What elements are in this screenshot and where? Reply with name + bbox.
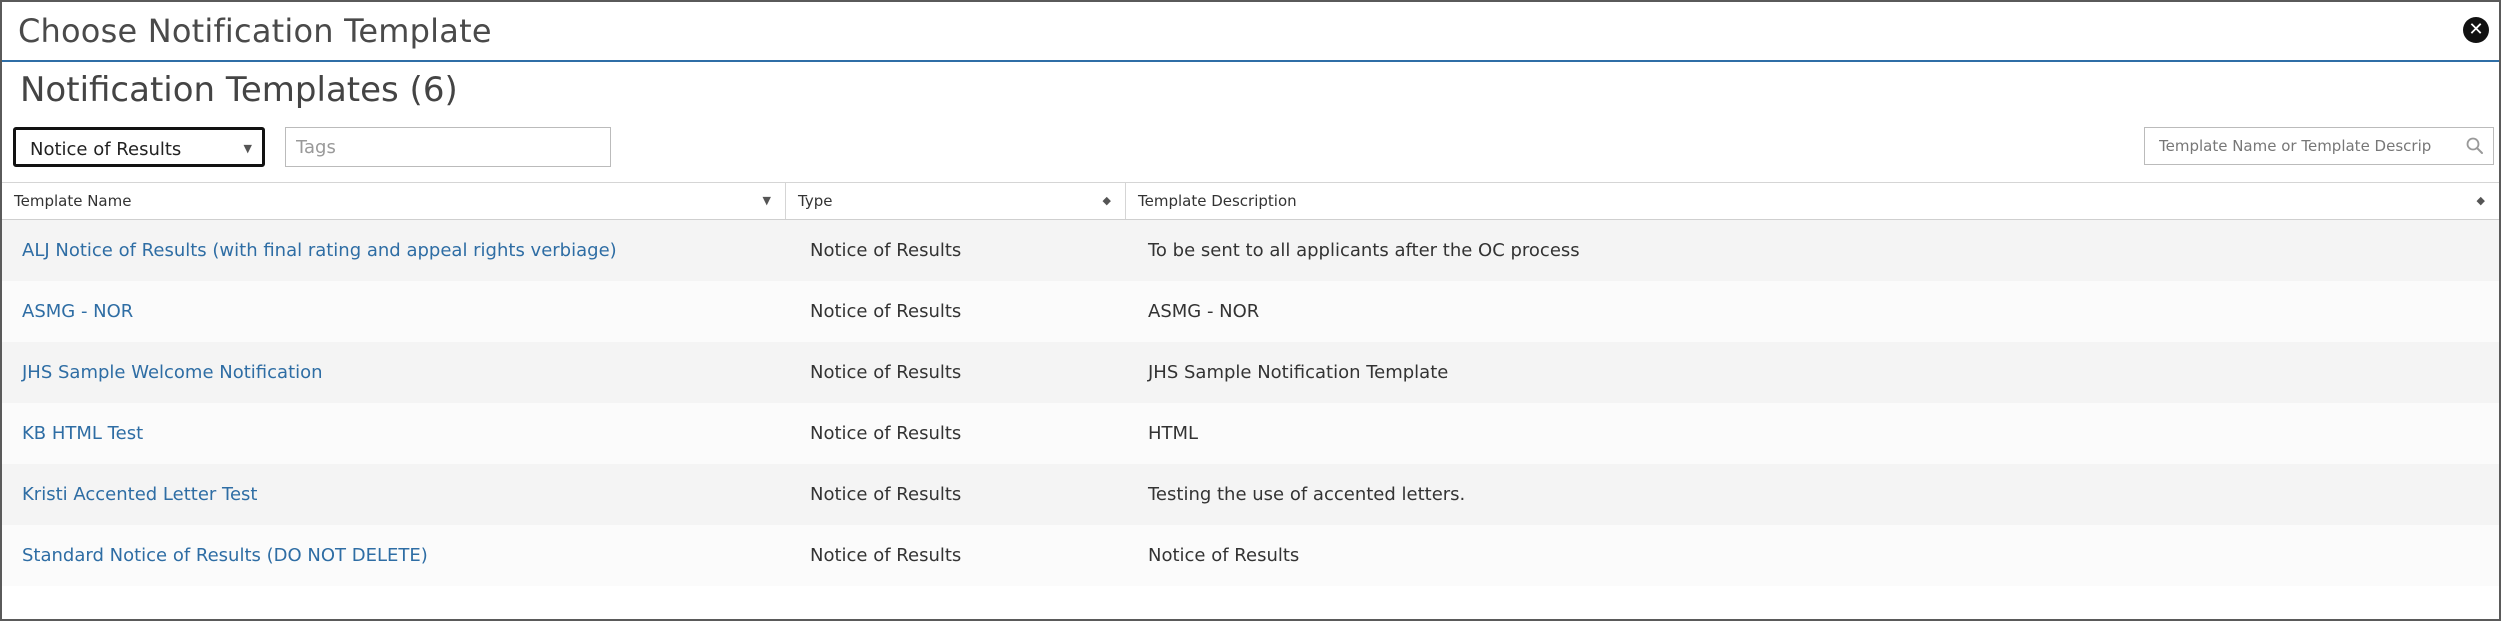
column-header-type[interactable]: Type ◆ <box>786 183 1126 219</box>
template-table-body: ALJ Notice of Results (with final rating… <box>2 220 2499 586</box>
template-name-link[interactable]: JHS Sample Welcome Notification <box>22 342 323 403</box>
table-row: KB HTML Test Notice of Results HTML <box>2 403 2499 464</box>
table-row: ASMG - NOR Notice of Results ASMG - NOR <box>2 281 2499 342</box>
template-name-link[interactable]: ASMG - NOR <box>22 281 133 342</box>
dialog-title: Choose Notification Template <box>18 12 492 50</box>
template-description-cell: Testing the use of accented letters. <box>1148 484 1466 505</box>
table-row: JHS Sample Welcome Notification Notice o… <box>2 342 2499 403</box>
table-row: Standard Notice of Results (DO NOT DELET… <box>2 525 2499 586</box>
choose-template-dialog: Choose Notification Template ✕ Notificat… <box>0 0 2501 621</box>
template-description-cell: To be sent to all applicants after the O… <box>1148 240 1580 261</box>
template-type-cell: Notice of Results <box>810 301 962 322</box>
search-icon[interactable] <box>2465 136 2485 156</box>
template-description-cell: HTML <box>1148 423 1199 444</box>
template-type-cell: Notice of Results <box>810 423 962 444</box>
column-header-template-description[interactable]: Template Description ◆ <box>1126 183 2499 219</box>
template-type-cell: Notice of Results <box>810 545 962 566</box>
page-title: Notification Templates (6) <box>20 70 458 110</box>
sort-down-icon[interactable]: ▼ <box>763 183 771 219</box>
template-type-cell: Notice of Results <box>810 362 962 383</box>
template-description-cell: ASMG - NOR <box>1148 301 1260 322</box>
table-row: Kristi Accented Letter Test Notice of Re… <box>2 464 2499 525</box>
search-box <box>2144 127 2494 165</box>
template-name-link[interactable]: Standard Notice of Results (DO NOT DELET… <box>22 525 428 586</box>
close-icon[interactable]: ✕ <box>2463 17 2489 43</box>
template-type-select[interactable]: Notice of Results ▼ <box>13 127 265 167</box>
table-header: Template Name ▼ Type ◆ Template Descript… <box>2 182 2499 221</box>
column-header-label: Template Name <box>14 192 132 210</box>
sort-both-icon[interactable]: ◆ <box>2477 183 2485 219</box>
template-type-cell: Notice of Results <box>810 240 962 261</box>
template-name-link[interactable]: Kristi Accented Letter Test <box>22 464 257 525</box>
column-header-template-name[interactable]: Template Name ▼ <box>2 183 786 219</box>
caret-down-icon: ▼ <box>243 142 252 155</box>
search-input[interactable] <box>2145 128 2445 164</box>
dialog-titlebar: Choose Notification Template ✕ <box>2 2 2499 62</box>
sort-both-icon[interactable]: ◆ <box>1103 183 1111 219</box>
column-header-label: Template Description <box>1138 192 1297 210</box>
template-description-cell: JHS Sample Notification Template <box>1148 362 1449 383</box>
template-type-cell: Notice of Results <box>810 484 962 505</box>
table-row: ALJ Notice of Results (with final rating… <box>2 220 2499 281</box>
template-name-link[interactable]: ALJ Notice of Results (with final rating… <box>22 220 617 281</box>
template-name-link[interactable]: KB HTML Test <box>22 403 143 464</box>
template-type-select-value: Notice of Results <box>30 139 182 160</box>
tags-input[interactable] <box>285 127 611 167</box>
column-header-label: Type <box>798 192 833 210</box>
template-description-cell: Notice of Results <box>1148 545 1300 566</box>
